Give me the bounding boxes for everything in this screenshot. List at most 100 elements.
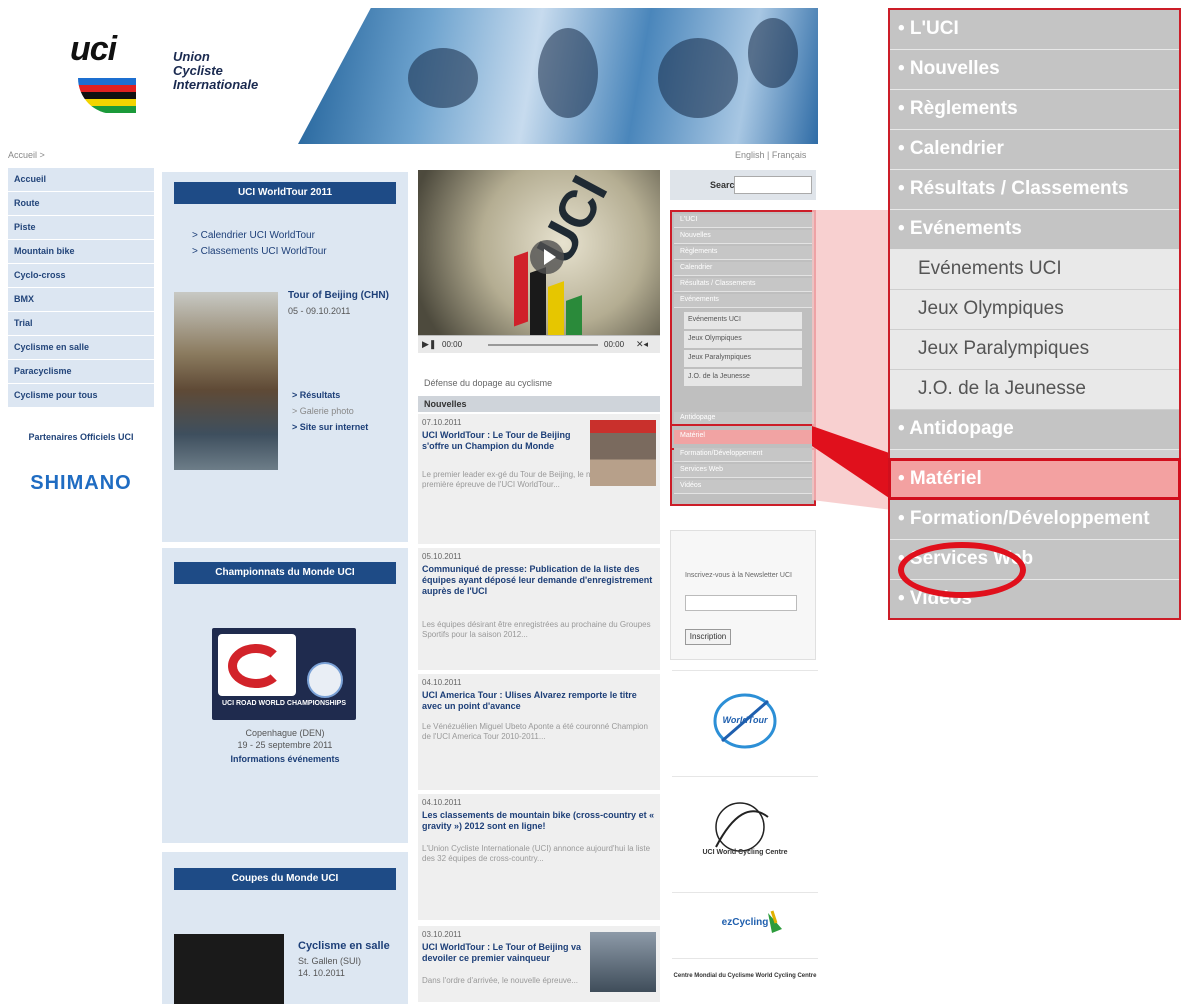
mini-menu-item-calendrier[interactable]: Calendrier (674, 262, 812, 276)
mini-menu-item-nouvelles[interactable]: Nouvelles (674, 230, 812, 244)
mini-menu-item-services-web[interactable]: Services Web (674, 464, 812, 478)
road-worlds-logo[interactable]: UCI ROAD WORLD CHAMPIONSHIPS (212, 628, 356, 720)
ezcycling-leaf-icon (768, 910, 782, 933)
left-nav-item-piste[interactable]: Piste (8, 216, 154, 240)
world-championships-title[interactable]: Championnats du Monde UCI (174, 562, 396, 584)
newsletter-subscribe-button[interactable]: Inscription (685, 629, 731, 645)
menu-sub-jeux-paralympiques[interactable]: Jeux Paralympiques (890, 330, 1179, 370)
race-title[interactable]: Tour of Beijing (CHN) (288, 290, 389, 301)
mini-menu-item-reglements[interactable]: Règlements (674, 246, 812, 260)
indoor-cycling-photo[interactable] (174, 934, 284, 1004)
services-web-highlight-circle (898, 542, 1026, 598)
mini-menu-sub-jo-jeunesse[interactable]: J.O. de la Jeunesse (684, 369, 802, 386)
newsletter-email-input[interactable] (685, 595, 797, 611)
left-nav-item-cyclisme-pour-tous[interactable]: Cyclisme pour tous (8, 384, 154, 408)
tour-of-beijing-photo[interactable] (174, 292, 278, 470)
news-date: 03.10.2011 (422, 930, 462, 939)
search-input[interactable] (734, 176, 812, 194)
worldtour-calendar-link[interactable]: > Calendrier UCI WorldTour (192, 230, 315, 241)
official-partners-label: Partenaires Officiels UCI (28, 432, 134, 442)
left-nav-item-paracyclisme[interactable]: Paracyclisme (8, 360, 154, 384)
news-item[interactable]: 04.10.2011 UCI America Tour : Ulises Alv… (418, 674, 660, 792)
active-item-outline (888, 458, 1181, 500)
left-nav-item-route[interactable]: Route (8, 192, 154, 216)
site-menu-zoomed: • L'UCI • Nouvelles • Règlements • Calen… (888, 8, 1181, 620)
news-thumbnail[interactable] (590, 420, 656, 486)
mini-menu-item-resultats[interactable]: Résultats / Classements (674, 278, 812, 292)
menu-item-calendrier[interactable]: • Calendrier (890, 130, 1179, 170)
menu-item-evenements[interactable]: • Evénements (890, 210, 1179, 250)
menu-sub-evenements-uci[interactable]: Evénements UCI (890, 250, 1179, 290)
menu-item-formation-developpement[interactable]: • Formation/Développement (890, 500, 1179, 540)
website-link[interactable]: > Site sur internet (292, 422, 368, 432)
video-caption[interactable]: Défense du dopage au cyclisme (424, 378, 552, 388)
mini-menu-item-videos[interactable]: Vidéos (674, 480, 812, 494)
mini-menu-item-uci[interactable]: L'UCI (674, 214, 812, 228)
menu-item-reglements[interactable]: • Règlements (890, 90, 1179, 130)
rainbow-stripes-icon (78, 78, 136, 114)
left-nav-item-cyclisme-en-salle[interactable]: Cyclisme en salle (8, 336, 154, 360)
mini-menu-item-formation[interactable]: Formation/Développement (674, 448, 812, 462)
gallery-link[interactable]: > Galerie photo (292, 406, 354, 416)
news-body: Les équipes désirant être enregistrées a… (422, 620, 651, 639)
left-nav-item-mountain-bike[interactable]: Mountain bike (8, 240, 154, 264)
news-body: Dans l'ordre d'arrivée, le nouvelle épre… (422, 976, 579, 985)
left-navigation: Accueil Route Piste Mountain bike Cyclo-… (8, 168, 154, 408)
worldtour-rankings-link[interactable]: > Classements UCI WorldTour (192, 246, 327, 257)
logo-caption: UCI ROAD WORLD CHAMPIONSHIPS (221, 700, 347, 707)
newsletter-box: Inscrivez-vous à la Newsletter UCI Inscr… (670, 530, 816, 660)
news-thumbnail[interactable] (590, 932, 656, 992)
news-item[interactable]: 03.10.2011 UCI WorldTour : Le Tour of Be… (418, 926, 660, 1004)
play-icon[interactable] (544, 249, 556, 265)
partner-centre-mondial[interactable]: Centre Mondial du Cyclisme World Cycling… (672, 958, 818, 1004)
cyclist-swirl-icon (228, 644, 284, 688)
menu-item-uci[interactable]: • L'UCI (890, 10, 1179, 50)
shimano-logo[interactable]: SHIMANO (8, 472, 154, 495)
mini-menu-sub-jeux-paralympiques[interactable]: Jeux Paralympiques (684, 350, 802, 367)
menu-sub-jeux-olympiques[interactable]: Jeux Olympiques (890, 290, 1179, 330)
news-date: 04.10.2011 (422, 798, 462, 807)
mini-menu-sub-jeux-olympiques[interactable]: Jeux Olympiques (684, 331, 802, 348)
news-title[interactable]: UCI America Tour : Ulises Alvarez rempor… (422, 690, 656, 712)
menu-sub-jo-jeunesse[interactable]: J.O. de la Jeunesse (890, 370, 1179, 410)
news-body: Le Vénézuélien Miguel Ubeto Aponte a été… (422, 722, 648, 741)
left-nav-item-accueil[interactable]: Accueil (8, 168, 154, 192)
uci-logo[interactable]: uci (70, 30, 117, 69)
news-title[interactable]: Communiqué de presse: Publication de la … (422, 564, 656, 597)
championship-dates: 19 - 25 septembre 2011 (237, 740, 333, 750)
partner-worldtour[interactable]: WorldTour (672, 670, 818, 770)
play-pause-icon[interactable]: ▶❚ (422, 339, 436, 350)
site-menu-small: L'UCI Nouvelles Règlements Calendrier Ré… (670, 210, 816, 506)
news-title[interactable]: UCI WorldTour : Le Tour of Beijing va de… (422, 942, 586, 964)
left-nav-item-cyclo-cross[interactable]: Cyclo-cross (8, 264, 154, 288)
mini-menu-sub-evenements-uci[interactable]: Evénements UCI (684, 312, 802, 329)
left-nav-item-trial[interactable]: Trial (8, 312, 154, 336)
video-player[interactable]: UCI (418, 170, 660, 352)
cup-event-title[interactable]: Cyclisme en salle (298, 940, 390, 952)
news-item[interactable]: 04.10.2011 Les classements de mountain b… (418, 794, 660, 922)
results-link[interactable]: > Résultats (292, 390, 340, 400)
language-switcher[interactable]: English | Français (735, 150, 806, 160)
partner-label: WorldTour (722, 715, 768, 725)
menu-item-antidopage[interactable]: • Antidopage (890, 410, 1179, 450)
world-cups-title[interactable]: Coupes du Monde UCI (174, 868, 396, 890)
left-nav-item-bmx[interactable]: BMX (8, 288, 154, 312)
cycling-centre-logo-icon (715, 802, 769, 852)
news-item[interactable]: 05.10.2011 Communiqué de presse: Publica… (418, 548, 660, 672)
event-info-link[interactable]: Informations événements (162, 754, 408, 764)
news-title[interactable]: UCI WorldTour : Le Tour de Beijing s'off… (422, 430, 586, 452)
partner-ezcycling[interactable]: ezCycling (672, 892, 818, 952)
worldtour-title[interactable]: UCI WorldTour 2011 (174, 182, 396, 204)
logo-area[interactable]: uci (8, 8, 168, 144)
partner-wcc[interactable]: UCI World Cycling Centre (672, 776, 818, 886)
breadcrumb[interactable]: Accueil > (8, 150, 45, 160)
championship-city: Copenhague (DEN) (245, 728, 325, 738)
news-title[interactable]: Les classements de mountain bike (cross-… (422, 810, 656, 832)
menu-item-nouvelles[interactable]: • Nouvelles (890, 50, 1179, 90)
volume-icon[interactable]: ✕◂ (636, 339, 648, 350)
menu-item-resultats-classements[interactable]: • Résultats / Classements (890, 170, 1179, 210)
news-date: 04.10.2011 (422, 678, 462, 687)
mini-menu-item-evenements[interactable]: Evénements (674, 294, 812, 308)
news-item[interactable]: 07.10.2011 UCI WorldTour : Le Tour de Be… (418, 414, 660, 546)
seek-bar[interactable] (488, 344, 598, 346)
